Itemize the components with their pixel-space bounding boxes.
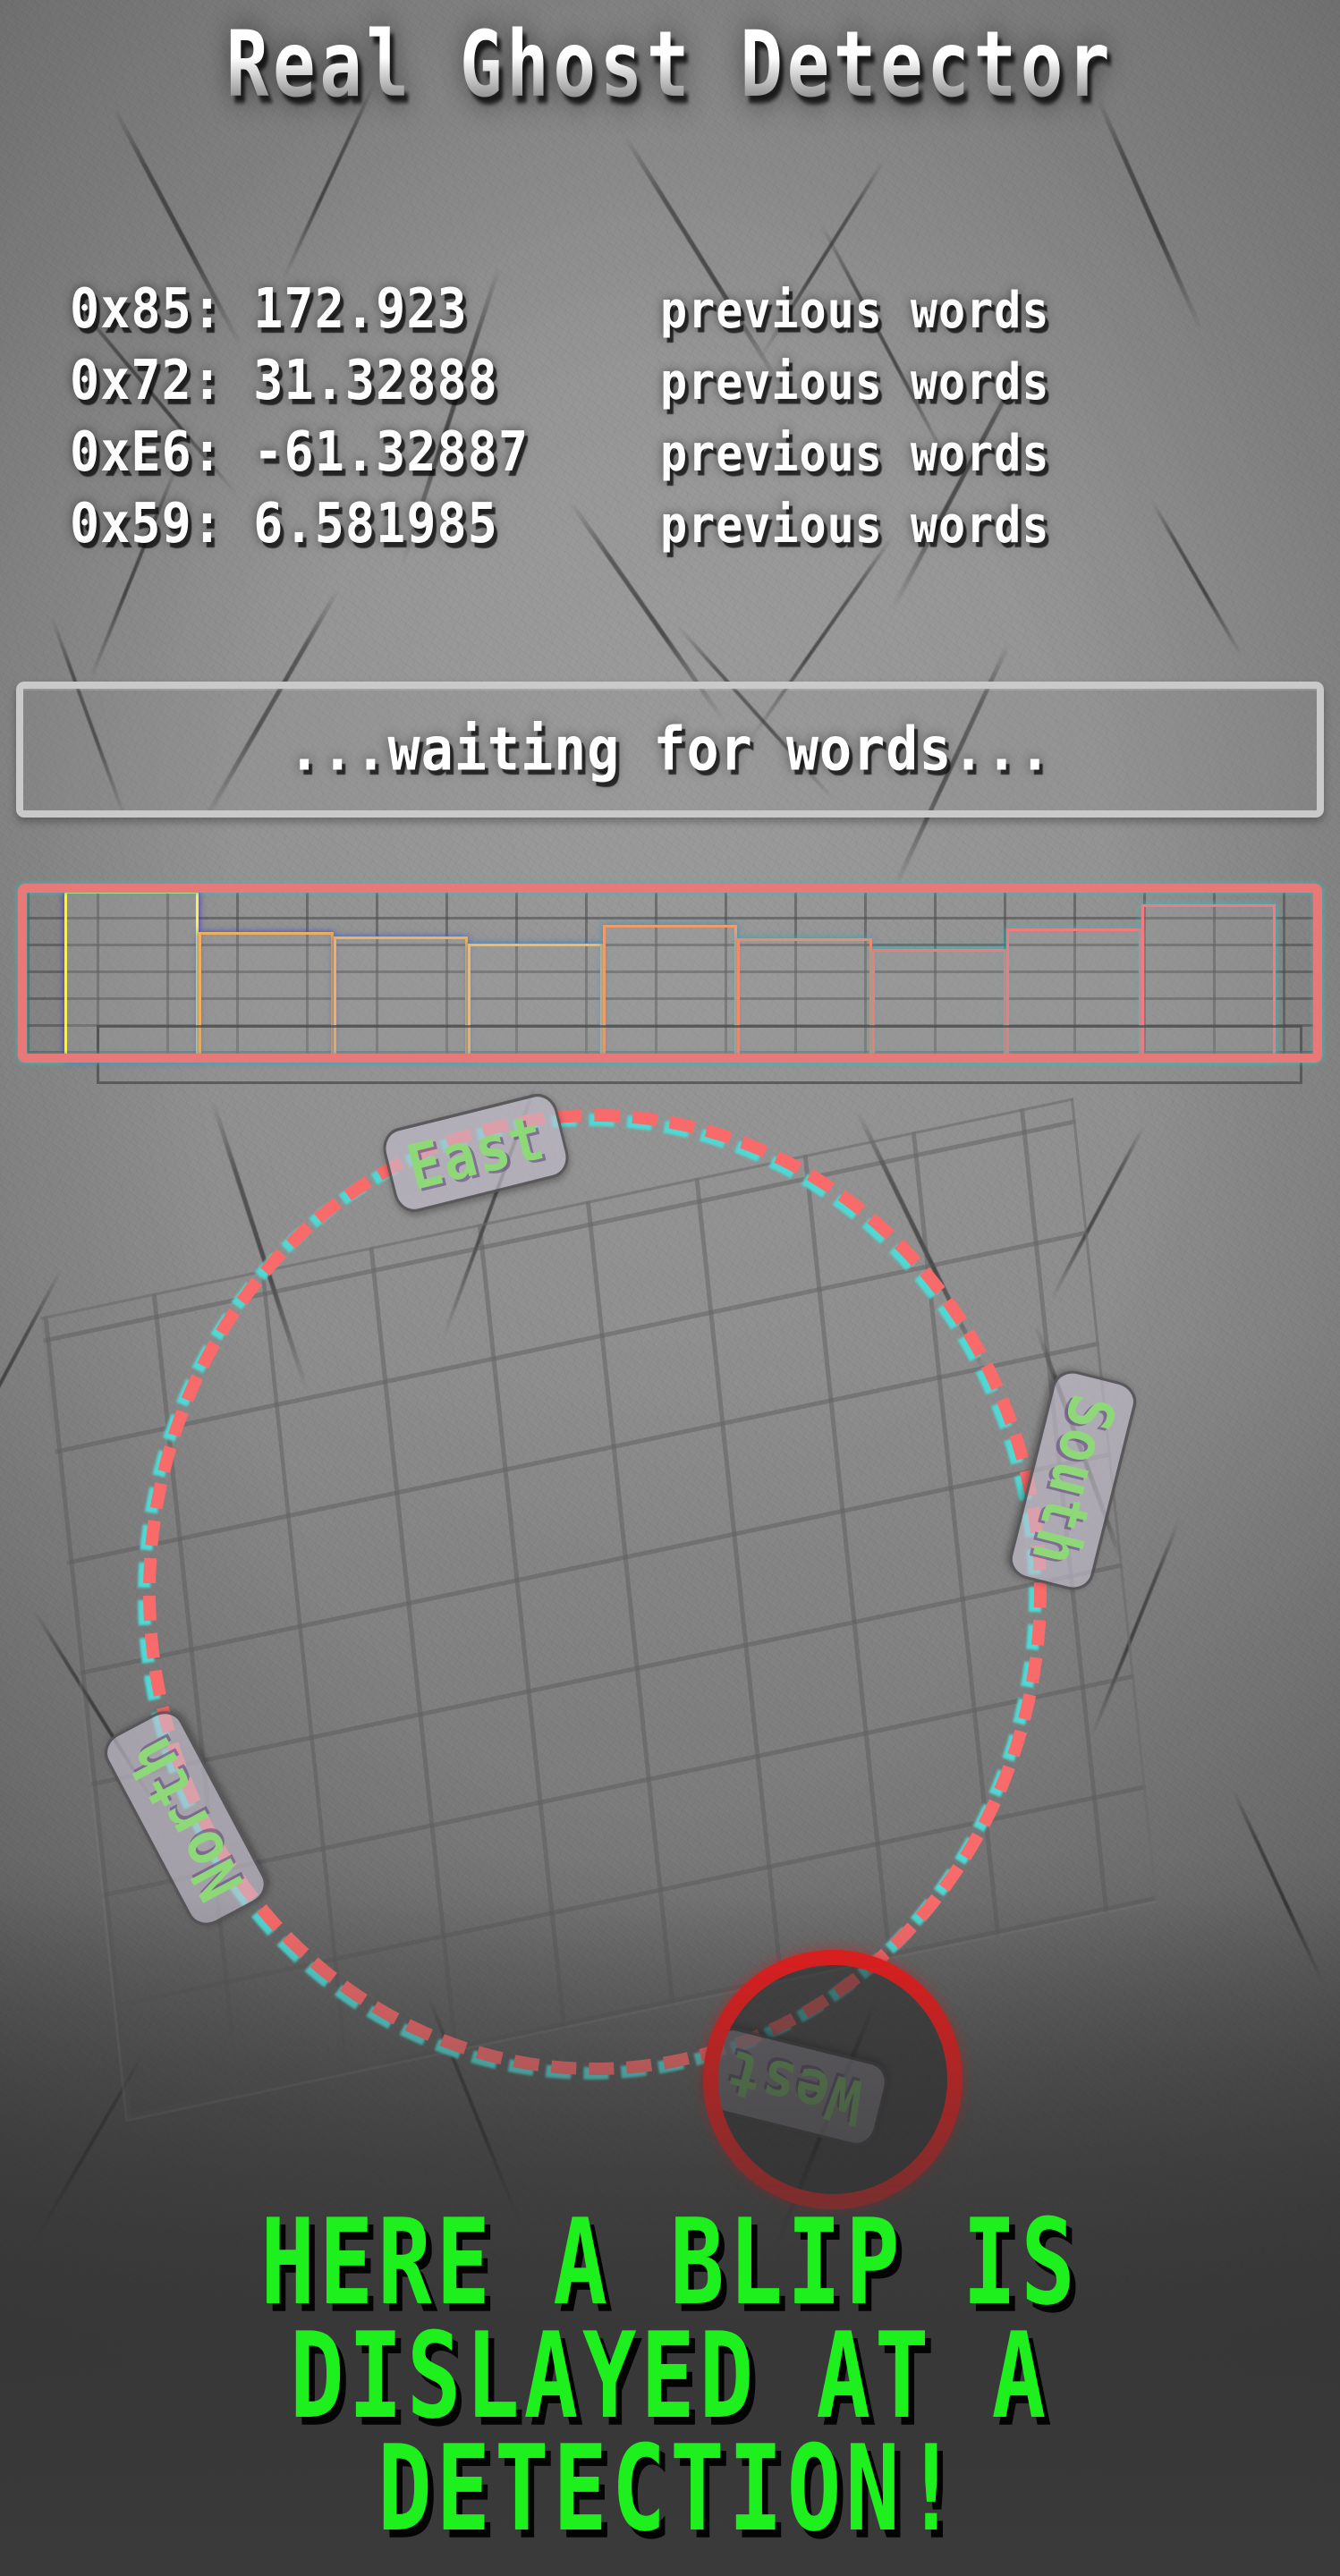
signal-graph[interactable] [18, 884, 1322, 1084]
readout-row: 0xE6: -61.32887 previous words [70, 419, 1268, 499]
readout-address: 0x72: 31.32888 [70, 348, 498, 412]
status-panel[interactable]: ...waiting for words... [16, 682, 1324, 818]
banner-line: DETECTION! [377, 2419, 963, 2557]
readout-address: 0x85: 172.923 [70, 276, 468, 341]
sensor-readout-list: 0x85: 172.923 previous words 0x72: 31.32… [70, 276, 1268, 571]
readout-row: 0x85: 172.923 previous words [70, 276, 1268, 356]
readout-words: previous words [660, 496, 1050, 555]
instruction-banner: HERE A BLIP IS DISLAYED AT A DETECTION! [0, 2201, 1340, 2557]
status-text: ...waiting for words... [288, 714, 1052, 785]
readout-address: 0x59: 6.581985 [70, 491, 498, 555]
page-title: Real Ghost Detector [54, 20, 1286, 110]
readout-words: previous words [660, 352, 1050, 411]
readout-words: previous words [660, 281, 1050, 340]
readout-words: previous words [660, 424, 1050, 483]
signal-graph-frame [18, 884, 1322, 1063]
readout-row: 0x59: 6.581985 previous words [70, 491, 1268, 571]
readout-row: 0x72: 31.32888 previous words [70, 348, 1268, 428]
readout-address: 0xE6: -61.32887 [70, 419, 530, 484]
